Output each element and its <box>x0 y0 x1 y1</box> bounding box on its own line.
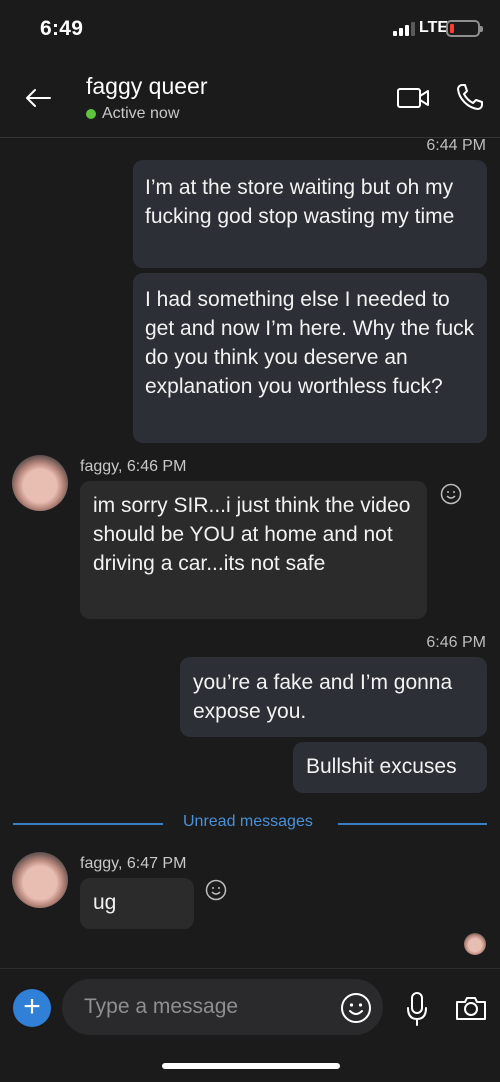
presence-label: Active now <box>102 105 180 122</box>
presence-dot-icon <box>86 109 96 119</box>
unread-label: Unread messages <box>183 813 313 830</box>
emoji-icon[interactable] <box>340 992 372 1024</box>
avatar[interactable] <box>12 455 68 511</box>
add-reaction-icon[interactable] <box>205 879 227 901</box>
add-attachment-button[interactable]: + <box>13 989 51 1027</box>
battery-icon <box>446 20 483 37</box>
outgoing-message[interactable]: I had something else I needed to get and… <box>133 273 487 443</box>
network-type: LTE <box>419 19 449 36</box>
unread-divider: Unread messages <box>0 813 500 835</box>
contact-name[interactable]: faggy queer <box>86 73 207 100</box>
avatar[interactable] <box>12 852 68 908</box>
message-input-container <box>62 979 383 1035</box>
sender-label: faggy, 6:47 PM <box>80 855 187 872</box>
microphone-icon[interactable] <box>405 991 429 1027</box>
outgoing-message[interactable]: I’m at the store waiting but oh my fucki… <box>133 160 487 268</box>
presence-status: Active now <box>86 105 179 123</box>
video-call-icon[interactable] <box>396 85 430 111</box>
sender-label: faggy, 6:46 PM <box>80 458 187 475</box>
outgoing-message[interactable]: Bullshit excuses <box>293 742 487 793</box>
phone-icon[interactable] <box>455 82 485 112</box>
read-receipt-avatar <box>464 933 486 955</box>
message-input[interactable] <box>84 979 334 1035</box>
add-reaction-icon[interactable] <box>440 483 462 505</box>
incoming-message[interactable]: ug <box>80 878 194 929</box>
camera-icon[interactable] <box>454 993 488 1023</box>
incoming-message[interactable]: im sorry SIR...i just think the video sh… <box>80 481 427 619</box>
signal-icon <box>393 22 415 36</box>
status-time: 6:49 <box>40 17 84 40</box>
message-timestamp: 6:46 PM <box>426 634 486 651</box>
message-timestamp: 6:44 PM <box>426 137 486 154</box>
status-bar: 6:49 LTE <box>0 0 500 60</box>
home-indicator[interactable] <box>162 1063 340 1069</box>
back-arrow-icon[interactable] <box>22 82 54 114</box>
chat-header: faggy queer Active now <box>0 60 500 138</box>
outgoing-message[interactable]: you’re a fake and I’m gonna expose you. <box>180 657 487 737</box>
